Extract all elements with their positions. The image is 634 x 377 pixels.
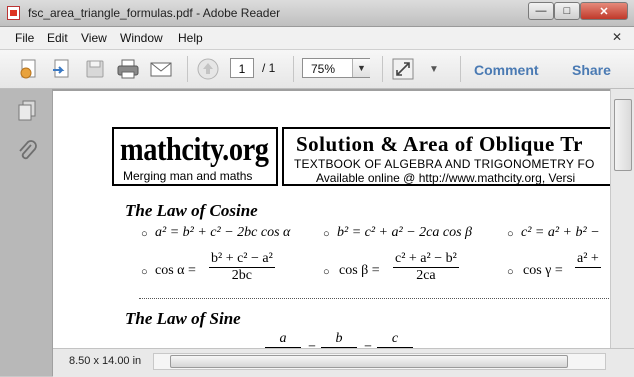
document-availability: Available online @ http://www.mathcity.o… (316, 171, 576, 185)
bullet-icon: ○ (507, 228, 514, 240)
menu-file[interactable]: File (15, 31, 34, 45)
sine-fraction-b: b (321, 331, 357, 348)
bullet-icon: ○ (323, 228, 330, 240)
menu-view[interactable]: View (81, 31, 107, 45)
window-title: fsc_area_triangle_formulas.pdf - Adobe R… (28, 6, 281, 20)
logo: mathcity.org (120, 132, 269, 168)
section-heading-cosine: The Law of Cosine (125, 201, 258, 220)
document-view[interactable]: mathcity.org Merging man and maths Solut… (53, 89, 610, 348)
cos-alpha-denominator: 2bc (231, 268, 253, 283)
cosine-equation-2: b² = c² + a² − 2ca cos β (337, 225, 472, 240)
email-icon[interactable] (148, 56, 174, 82)
toolbar-separator (382, 56, 383, 82)
toolbar: 1 / 1 75% ▼ ▼ Comment Share (0, 50, 634, 89)
title-bar: fsc_area_triangle_formulas.pdf - Adobe R… (0, 0, 634, 27)
cos-gamma-fraction: a² + (575, 251, 601, 268)
vertical-scrollbar[interactable] (610, 89, 634, 348)
menu-window[interactable]: Window (120, 31, 163, 45)
sine-fraction-a: a (265, 331, 301, 348)
create-pdf-icon[interactable] (16, 56, 42, 82)
status-bar: 8.50 x 14.00 in (53, 348, 634, 377)
full-screen-icon[interactable] (390, 56, 416, 82)
chevron-down-icon[interactable]: ▼ (352, 59, 370, 77)
toolbar-options-icon[interactable]: ▼ (421, 56, 447, 82)
zoom-value: 75% (311, 62, 336, 76)
cos-alpha-label: cos α = (155, 263, 196, 278)
share-pane-button[interactable]: Share (572, 62, 611, 78)
menu-help[interactable]: Help (178, 31, 203, 45)
logo-box: mathcity.org Merging man and maths (112, 127, 278, 186)
cos-alpha-fraction: b² + c² − a² 2bc (209, 251, 275, 284)
print-icon[interactable] (115, 56, 141, 82)
document-title: Solution & Area of Oblique Tr (296, 132, 583, 156)
horizontal-scrollbar[interactable] (153, 353, 606, 370)
cosine-equation-1: a² = b² + c² − 2bc cos α (155, 225, 291, 240)
comment-pane-button[interactable]: Comment (474, 62, 539, 78)
horizontal-scroll-thumb[interactable] (170, 355, 568, 368)
sine-fraction-c: c (377, 331, 413, 348)
pdf-page: mathcity.org Merging man and maths Solut… (53, 91, 610, 348)
sine-numerator-c: c (377, 331, 413, 348)
cos-beta-numerator: c² + a² − b² (393, 251, 459, 268)
document-header: Solution & Area of Oblique Tr TEXTBOOK O… (282, 127, 610, 186)
close-document-icon[interactable]: ✕ (612, 30, 622, 44)
toolbar-separator (293, 56, 294, 82)
edit-pdf-icon[interactable] (48, 56, 74, 82)
sine-equals: = (364, 341, 372, 348)
cos-alpha-numerator: b² + c² − a² (209, 251, 275, 268)
toolbar-separator (187, 56, 188, 82)
zoom-select[interactable]: 75% ▼ (302, 58, 370, 78)
bullet-icon: ○ (507, 266, 514, 278)
menu-edit[interactable]: Edit (47, 31, 68, 45)
vertical-scroll-thumb[interactable] (614, 99, 632, 171)
cos-beta-fraction: c² + a² − b² 2ca (393, 251, 459, 284)
navigation-pane (0, 89, 53, 376)
toolbar-separator (460, 56, 461, 82)
attachments-icon[interactable] (16, 139, 38, 168)
bullet-icon: ○ (141, 228, 148, 240)
page-thumbnails-icon[interactable] (16, 99, 38, 128)
bullet-icon: ○ (323, 266, 330, 278)
logo-tagline: Merging man and maths (123, 169, 253, 183)
pdf-file-icon (7, 6, 20, 20)
page-total: / 1 (262, 61, 276, 75)
sine-numerator-b: b (321, 331, 357, 348)
menu-bar: File Edit View Window Help ✕ (0, 27, 634, 50)
page-number-input[interactable]: 1 (230, 58, 254, 78)
document-book: TEXTBOOK OF ALGEBRA AND TRIGONOMETRY FO (294, 157, 595, 171)
bullet-icon: ○ (141, 266, 148, 278)
close-window-button[interactable]: ✕ (580, 2, 628, 20)
dotted-divider (139, 298, 610, 299)
sine-numerator-a: a (265, 331, 301, 348)
cos-gamma-label: cos γ = (523, 263, 563, 278)
page-size: 8.50 x 14.00 in (69, 355, 142, 367)
maximize-button[interactable]: □ (554, 2, 580, 20)
cos-beta-denominator: 2ca (416, 268, 436, 283)
cos-gamma-numerator: a² + (575, 251, 601, 268)
save-icon[interactable] (82, 56, 108, 82)
cos-beta-label: cos β = (339, 263, 380, 278)
previous-page-icon[interactable] (195, 56, 221, 82)
minimize-button[interactable]: — (528, 2, 554, 20)
cosine-equation-3: c² = a² + b² − (521, 225, 600, 240)
sine-equals: = (308, 341, 316, 348)
section-heading-sine: The Law of Sine (125, 309, 241, 328)
